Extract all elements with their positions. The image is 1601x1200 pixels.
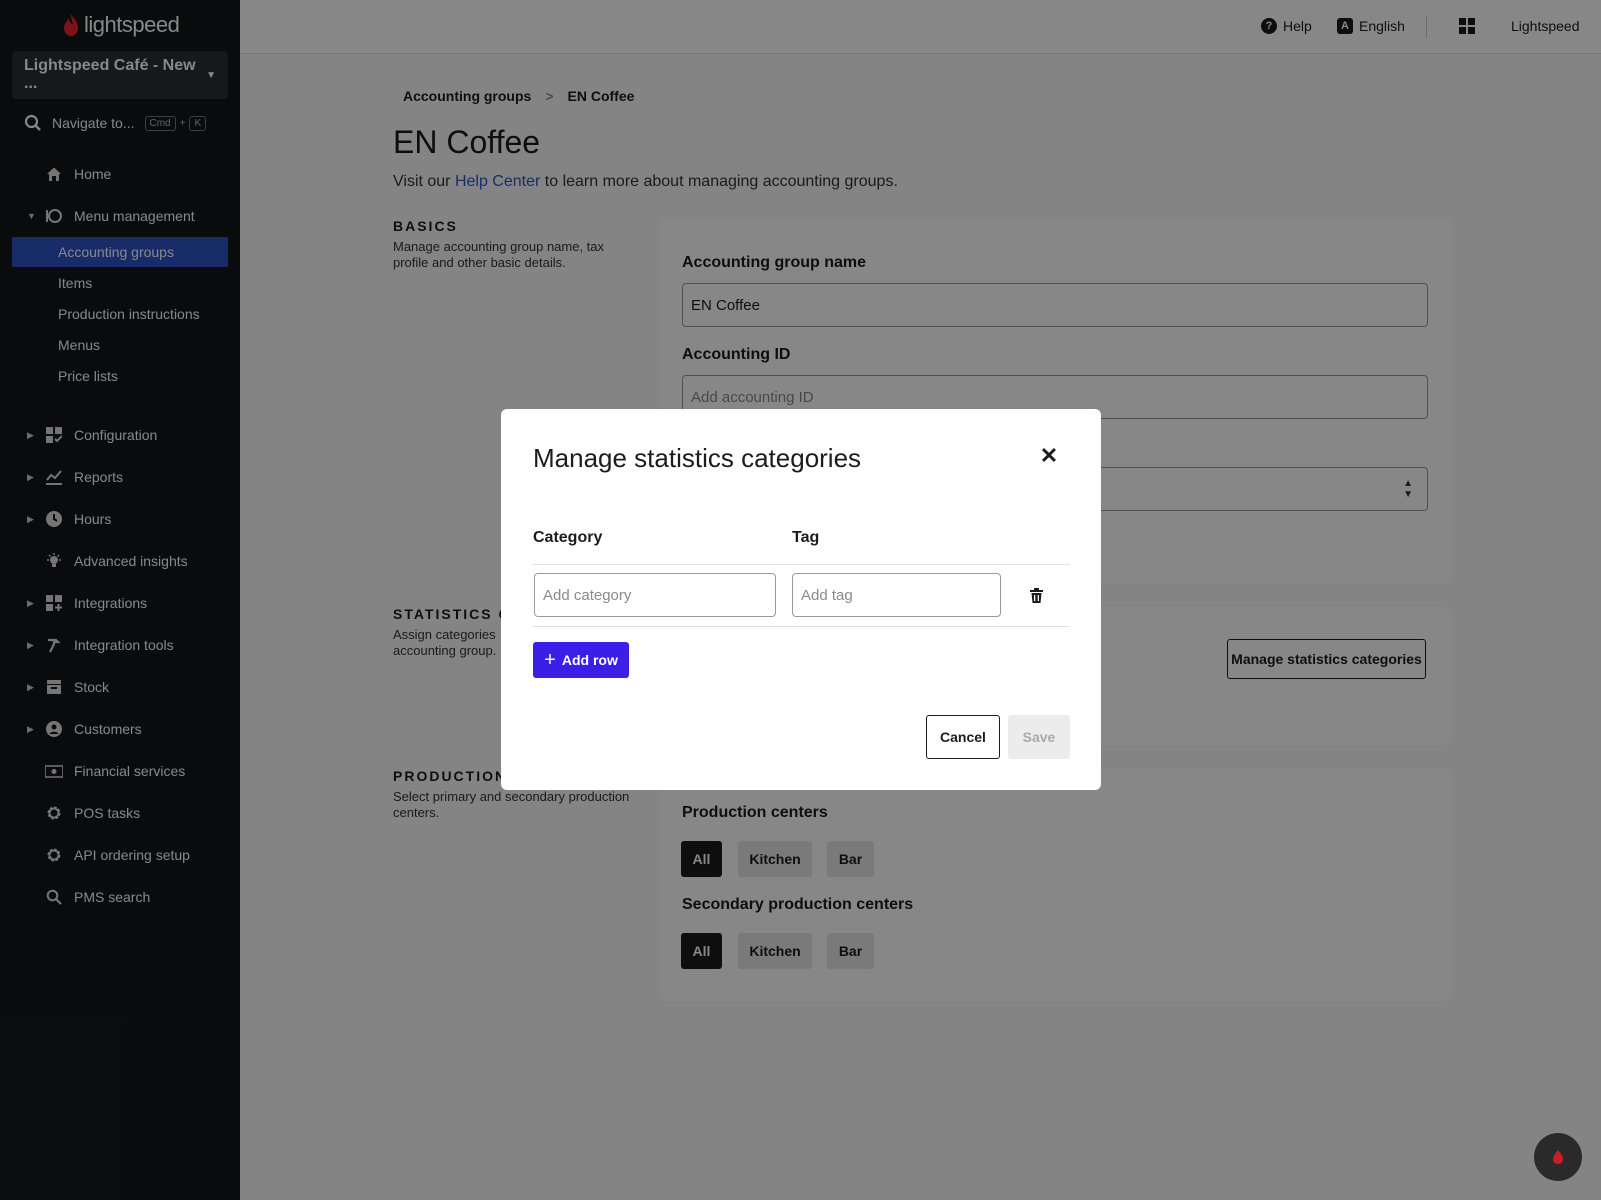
- category-column-header: Category: [533, 529, 603, 546]
- flame-icon: [1553, 1150, 1563, 1164]
- trash-icon[interactable]: [1027, 586, 1045, 604]
- save-button[interactable]: Save: [1008, 715, 1070, 759]
- add-row-button[interactable]: + Add row: [533, 642, 629, 678]
- modal-title: Manage statistics categories: [533, 443, 862, 473]
- add-row-label: Add row: [561, 652, 618, 668]
- manage-statistics-modal: Manage statistics categories ✕ Category …: [501, 409, 1101, 790]
- table-row-divider: [533, 626, 1070, 627]
- category-input[interactable]: Add category: [534, 573, 776, 617]
- table-divider: [533, 564, 1070, 565]
- tag-column-header: Tag: [792, 529, 820, 546]
- plus-icon: +: [544, 649, 556, 671]
- close-icon[interactable]: ✕: [1038, 443, 1060, 468]
- tag-input[interactable]: Add tag: [792, 573, 1001, 617]
- cancel-button[interactable]: Cancel: [926, 715, 1000, 759]
- support-chat-button[interactable]: [1534, 1133, 1582, 1181]
